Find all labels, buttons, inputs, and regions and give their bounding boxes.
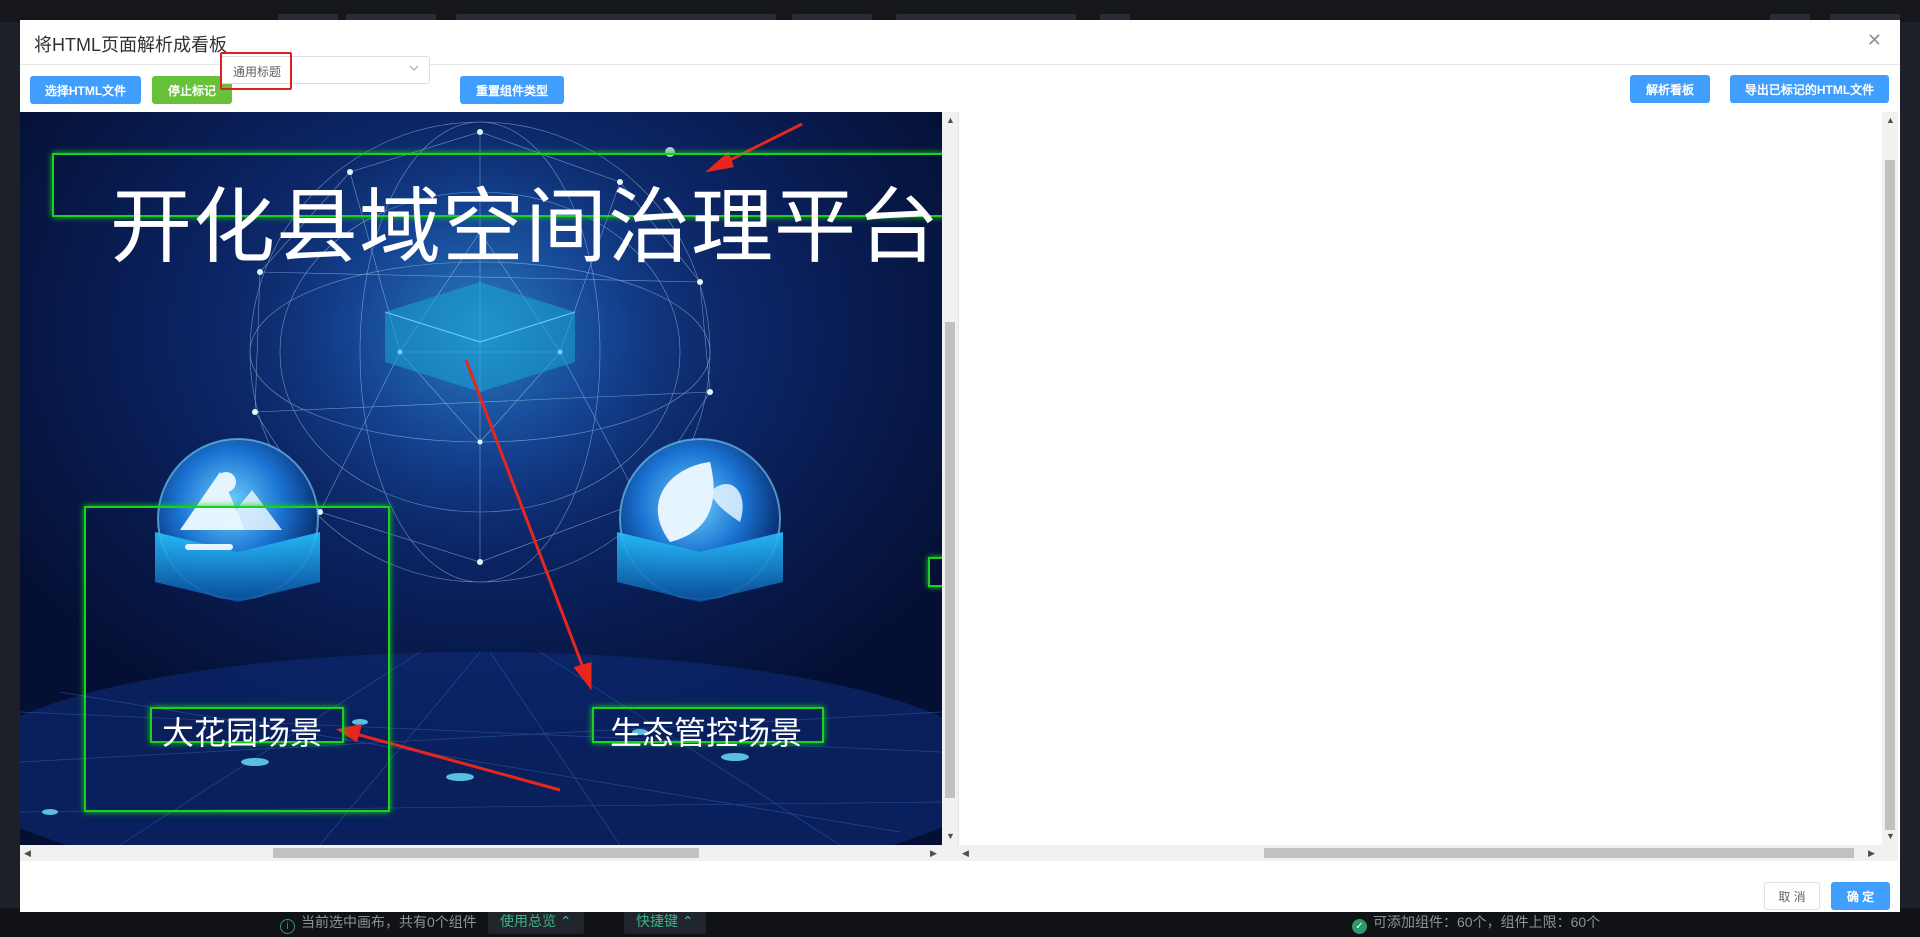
cancel-button[interactable]: 取 消 xyxy=(1764,882,1820,910)
export-marked-html-button[interactable]: 导出已标记的HTML文件 xyxy=(1730,75,1889,103)
scroll-right-icon[interactable]: ▶ xyxy=(1868,849,1875,858)
background-left-panel xyxy=(0,22,20,908)
scrollbar-thumb[interactable] xyxy=(1264,848,1854,858)
scroll-left-icon[interactable]: ◀ xyxy=(24,849,31,858)
preview-page-title: 开化县域空间治理平台 xyxy=(110,180,941,275)
chevron-down-icon xyxy=(409,65,419,71)
shortcut-label: 快捷键 xyxy=(636,913,678,929)
scroll-up-icon[interactable]: ▲ xyxy=(946,116,955,125)
scrollbar-thumb[interactable] xyxy=(945,322,955,798)
scene-label-garden: 大花园场景 xyxy=(162,714,323,752)
confirm-button[interactable]: 确 定 xyxy=(1831,882,1890,910)
status-text: 当前选中画布，共有0个组件 xyxy=(301,914,477,930)
annotation-highlight-box xyxy=(220,52,292,90)
quota-text: 可添加组件：60个，组件上限：60个 xyxy=(1373,914,1601,930)
marked-partial-box[interactable] xyxy=(928,557,942,587)
scroll-down-icon[interactable]: ▼ xyxy=(946,832,955,841)
preview-vertical-scrollbar[interactable]: ▲ ▼ xyxy=(942,112,958,845)
scrollbar-thumb[interactable] xyxy=(1885,160,1895,830)
marked-scene-card-box[interactable] xyxy=(84,506,390,812)
chevron-up-icon: ⌃ xyxy=(681,913,694,929)
html-preview-pane[interactable]: 开化县域空间治理平台 大花园场景 生态管控场景 xyxy=(20,112,942,845)
scrollbar-thumb[interactable] xyxy=(273,848,699,858)
reset-component-type-button[interactable]: 重置组件类型 xyxy=(460,76,564,104)
close-icon[interactable]: ✕ xyxy=(1867,31,1882,49)
background-right-panel xyxy=(1900,22,1920,908)
component-quota: ✓ 可添加组件：60个，组件上限：60个 xyxy=(1352,912,1600,934)
result-horizontal-scrollbar[interactable]: ◀ ▶ xyxy=(958,845,1898,861)
preview-horizontal-scrollbar[interactable]: ◀ ▶ xyxy=(20,845,958,861)
scroll-left-icon[interactable]: ◀ xyxy=(962,849,969,858)
info-icon: i xyxy=(280,919,295,934)
parsed-result-pane[interactable] xyxy=(958,112,1882,845)
chevron-up-icon: ⌃ xyxy=(559,913,572,929)
usage-overview-label: 使用总览 xyxy=(500,913,556,929)
check-circle-icon: ✓ xyxy=(1352,919,1367,934)
dialog-title: 将HTML页面解析成看板 xyxy=(34,35,227,55)
scene-label-ecology: 生态管控场景 xyxy=(610,714,803,752)
background-toolbar xyxy=(0,0,1920,22)
scroll-right-icon[interactable]: ▶ xyxy=(930,849,937,858)
background-status: i 当前选中画布，共有0个组件 xyxy=(280,912,477,934)
result-vertical-scrollbar[interactable]: ▲ ▼ xyxy=(1882,112,1898,845)
scroll-down-icon[interactable]: ▼ xyxy=(1886,832,1895,841)
parse-board-button[interactable]: 解析看板 xyxy=(1630,75,1710,103)
select-html-file-button[interactable]: 选择HTML文件 xyxy=(30,76,141,104)
scroll-up-icon[interactable]: ▲ xyxy=(1886,116,1895,125)
